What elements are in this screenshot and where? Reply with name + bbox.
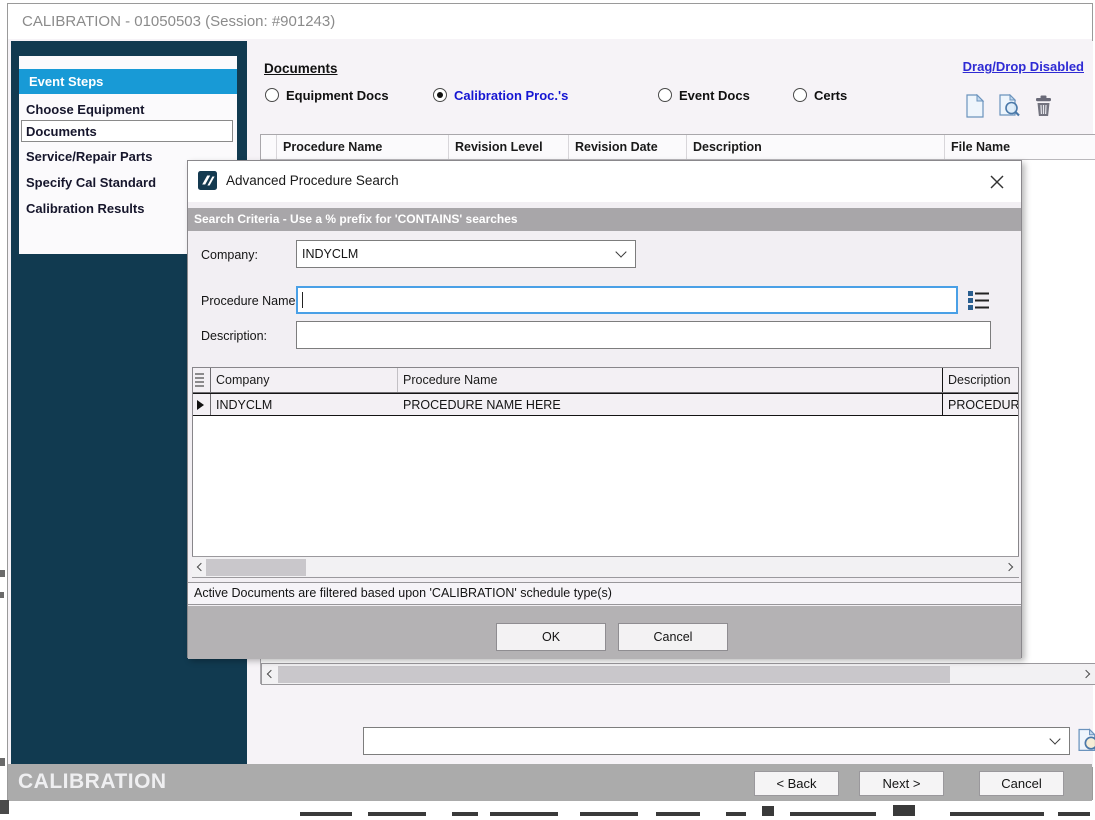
new-document-icon[interactable] bbox=[964, 94, 985, 123]
cell-description[interactable]: PROCEDURE DESCRIP bbox=[943, 394, 1018, 415]
radio-certs[interactable]: Certs bbox=[793, 87, 847, 103]
grid-column-company[interactable]: Company bbox=[211, 368, 398, 392]
dialog-cancel-button[interactable]: Cancel bbox=[618, 623, 728, 651]
radio-label: Certs bbox=[814, 88, 847, 103]
lookup-list-icon[interactable] bbox=[966, 288, 990, 317]
radio-equipment-docs[interactable]: Equipment Docs bbox=[265, 87, 389, 103]
dialog-title: Advanced Procedure Search bbox=[226, 173, 399, 188]
dialog-title-bar[interactable]: Advanced Procedure Search bbox=[188, 161, 1021, 202]
back-button[interactable]: < Back bbox=[754, 771, 839, 796]
radio-icon[interactable] bbox=[658, 88, 672, 102]
radio-icon[interactable] bbox=[793, 88, 807, 102]
cell-procedure-name[interactable]: PROCEDURE NAME HERE bbox=[398, 394, 943, 415]
wizard-cancel-button[interactable]: Cancel bbox=[979, 771, 1064, 796]
window-title-bar: CALIBRATION - 01050503 (Session: #901243… bbox=[8, 4, 1092, 39]
radio-label: Event Docs bbox=[679, 88, 750, 103]
advanced-procedure-search-dialog: Advanced Procedure Search Search Criteri… bbox=[187, 160, 1022, 658]
sidebar-item-choose-equipment[interactable]: Choose Equipment bbox=[21, 98, 233, 120]
delete-trash-icon[interactable] bbox=[1034, 94, 1053, 123]
radio-label: Equipment Docs bbox=[286, 88, 389, 103]
procedures-table-header: Procedure Name Revision Level Revision D… bbox=[261, 135, 1095, 160]
row-indicator-column bbox=[261, 135, 277, 159]
scroll-right-icon[interactable] bbox=[1080, 664, 1095, 684]
window-title: CALIBRATION - 01050503 (Session: #901243… bbox=[22, 13, 335, 30]
chevron-down-icon[interactable] bbox=[615, 246, 626, 257]
procedure-name-label: Procedure Name: bbox=[201, 294, 299, 308]
drag-drop-disabled-link[interactable]: Drag/Drop Disabled bbox=[963, 59, 1084, 74]
scrollbar-thumb[interactable] bbox=[278, 666, 950, 683]
cell-company[interactable]: INDYCLM bbox=[211, 394, 398, 415]
description-input[interactable] bbox=[296, 321, 991, 349]
column-header-file-name[interactable]: File Name bbox=[945, 135, 1095, 159]
company-select[interactable]: INDYCLM bbox=[296, 240, 636, 268]
results-grid-header: Company Procedure Name Description bbox=[193, 368, 1018, 393]
company-label: Company: bbox=[201, 248, 258, 262]
column-header-description[interactable]: Description bbox=[687, 135, 945, 159]
radio-selected-icon[interactable] bbox=[433, 88, 447, 102]
close-icon[interactable] bbox=[985, 170, 1009, 194]
scroll-right-icon[interactable] bbox=[1003, 557, 1019, 577]
horizontal-scrollbar[interactable] bbox=[261, 663, 1095, 685]
radio-calibration-procs[interactable]: Calibration Proc.'s bbox=[433, 87, 568, 103]
wizard-footer-bar: CALIBRATION < Back Next > Cancel bbox=[8, 764, 1092, 801]
grid-row-selected[interactable]: INDYCLM PROCEDURE NAME HERE PROCEDURE DE… bbox=[193, 393, 1018, 416]
grid-corner-list-icon bbox=[193, 368, 211, 392]
text-caret bbox=[302, 292, 303, 308]
radio-icon[interactable] bbox=[265, 88, 279, 102]
company-value: INDYCLM bbox=[302, 247, 358, 261]
search-criteria-header: Search Criteria - Use a % prefix for 'CO… bbox=[188, 208, 1021, 231]
chevron-down-icon[interactable] bbox=[1049, 733, 1060, 744]
documents-heading: Documents bbox=[264, 61, 338, 76]
radio-event-docs[interactable]: Event Docs bbox=[658, 87, 750, 103]
grid-column-procedure-name[interactable]: Procedure Name bbox=[398, 368, 943, 392]
combo-search-document-icon[interactable] bbox=[1077, 728, 1095, 759]
procedure-name-input[interactable] bbox=[296, 286, 958, 314]
filter-note: Active Documents are filtered based upon… bbox=[188, 582, 1021, 605]
column-header-revision-date[interactable]: Revision Date bbox=[569, 135, 687, 159]
app-logo-icon bbox=[198, 171, 217, 195]
column-header-procedure-name[interactable]: Procedure Name bbox=[277, 135, 449, 159]
scroll-left-icon[interactable] bbox=[262, 664, 278, 684]
next-button[interactable]: Next > bbox=[859, 771, 944, 796]
radio-label: Calibration Proc.'s bbox=[454, 88, 568, 103]
row-indicator-icon bbox=[193, 394, 211, 415]
column-header-revision-level[interactable]: Revision Level bbox=[449, 135, 569, 159]
description-label: Description: bbox=[201, 329, 267, 343]
grid-column-description[interactable]: Description bbox=[943, 368, 1018, 392]
grid-horizontal-scrollbar[interactable] bbox=[192, 556, 1019, 578]
footer-brand-title: CALIBRATION bbox=[18, 770, 167, 794]
dialog-footer: OK Cancel bbox=[188, 606, 1021, 659]
results-grid: Company Procedure Name Description INDYC… bbox=[192, 367, 1019, 578]
event-steps-header: Event Steps bbox=[19, 69, 237, 94]
document-filter-combo[interactable] bbox=[363, 727, 1070, 755]
ok-button[interactable]: OK bbox=[496, 623, 606, 651]
sidebar-item-documents[interactable]: Documents bbox=[21, 120, 233, 142]
view-search-document-icon[interactable] bbox=[998, 94, 1021, 123]
scrollbar-thumb[interactable] bbox=[206, 559, 306, 576]
